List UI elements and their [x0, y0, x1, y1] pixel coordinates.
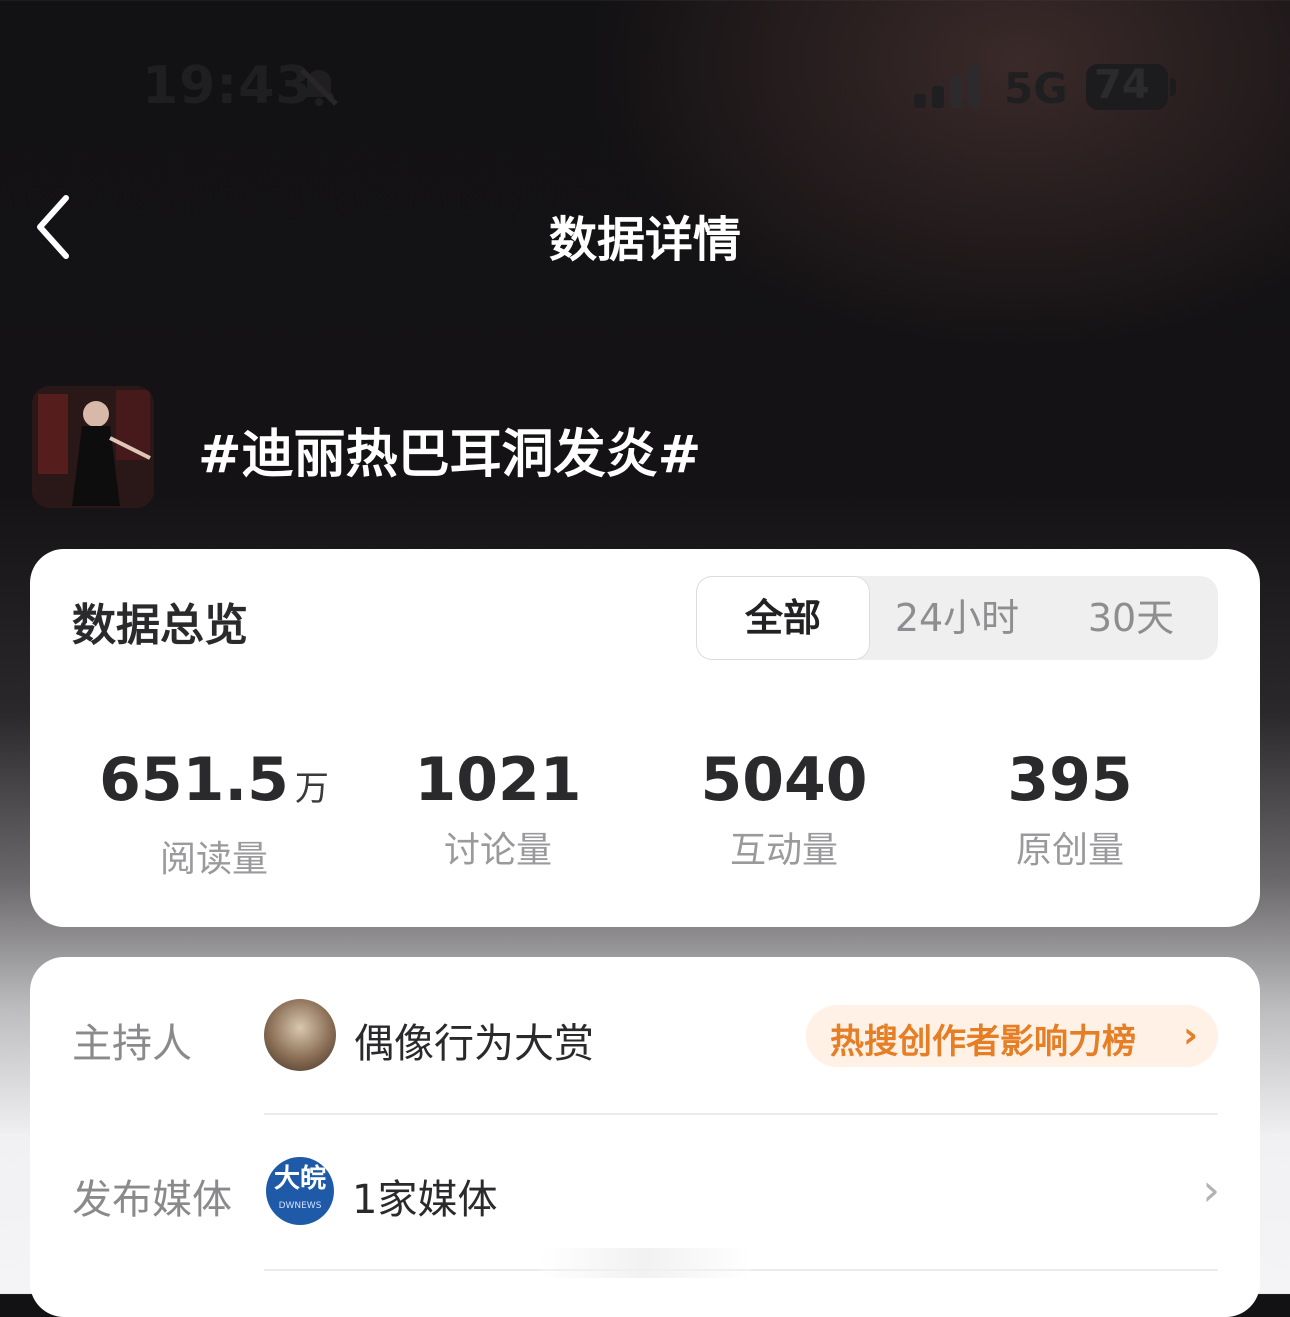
topic-thumbnail [32, 386, 154, 508]
tab-all[interactable]: 全部 [696, 576, 870, 660]
media-label: 发布媒体 [72, 1177, 232, 1223]
topic-header: #迪丽热巴耳洞发炎# [32, 386, 1258, 510]
tab-30d[interactable]: 30天 [1044, 576, 1218, 660]
rank-link-button[interactable]: 热搜创作者影响力榜 › [806, 1005, 1218, 1067]
stat-discussions: 1021 讨论量 [368, 747, 628, 873]
stat-value: 1021 [414, 745, 582, 815]
media-logo: 大皖 DWNEWS [266, 1157, 334, 1225]
stat-value: 5040 [700, 745, 868, 815]
stat-label: 原创量 [1015, 830, 1124, 871]
host-label: 主持人 [72, 1021, 192, 1067]
time-range-segment: 全部 24小时 30天 [696, 576, 1218, 660]
battery-cap [1170, 78, 1176, 96]
home-indicator [540, 1248, 750, 1278]
signal-icon [914, 66, 980, 108]
battery-level: 74 [1094, 62, 1150, 108]
host-name[interactable]: 偶像行为大赏 [354, 1011, 594, 1069]
chevron-right-icon[interactable]: › [1202, 1165, 1220, 1216]
network-type: 5G [1004, 64, 1068, 113]
media-count[interactable]: 1家媒体 [352, 1167, 497, 1225]
overview-card: 数据总览 全部 24小时 30天 651.5 万 阅读量 1021 讨论量 504… [30, 549, 1260, 927]
bell-muted-icon [300, 68, 338, 106]
status-time: 19:43 [142, 56, 313, 116]
stat-reads: 651.5 万 阅读量 [84, 747, 344, 882]
chevron-right-icon: › [1183, 1015, 1198, 1056]
status-bar: 19:43 5G 74 [0, 0, 1290, 170]
rank-link-label: 热搜创作者影响力榜 [830, 1022, 1136, 1062]
topic-title: #迪丽热巴耳洞发炎# [198, 425, 702, 485]
stat-label: 互动量 [729, 830, 838, 871]
stat-label: 讨论量 [443, 830, 552, 871]
divider [264, 1113, 1218, 1115]
tab-24h[interactable]: 24小时 [870, 576, 1044, 660]
page-title: 数据详情 [548, 212, 741, 268]
overview-title: 数据总览 [72, 600, 248, 651]
stat-unit: 万 [294, 769, 329, 809]
avatar[interactable] [264, 999, 336, 1071]
stat-value: 651.5 万 [99, 745, 329, 815]
stat-interactions: 5040 互动量 [654, 747, 914, 873]
stat-originals: 395 原创量 [940, 747, 1200, 873]
stat-value: 395 [1007, 745, 1133, 815]
stat-label: 阅读量 [159, 839, 268, 880]
nav-bar: 数据详情 [0, 180, 1290, 280]
